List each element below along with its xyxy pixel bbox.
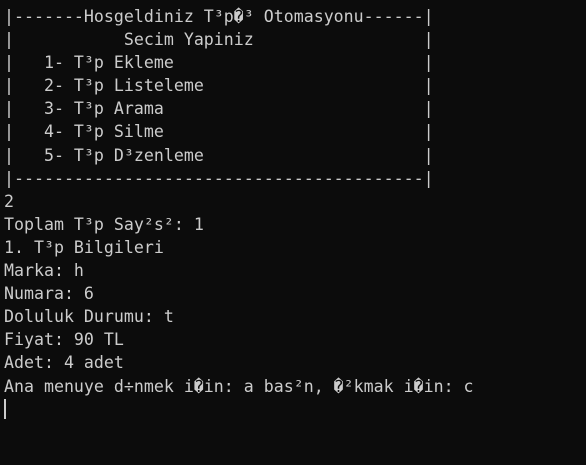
number-line: Numara: 6 <box>4 284 94 304</box>
user-choice: 2 <box>4 191 14 211</box>
input-line[interactable] <box>4 398 586 421</box>
menu-item-delete: | 4- T³p Silme | <box>4 122 434 142</box>
menu-title: | Secim Yapiniz | <box>4 30 434 50</box>
price-line: Fiyat: 90 TL <box>4 330 124 350</box>
info-header: 1. T³p Bilgileri <box>4 237 164 257</box>
menu-header: |-------Hosgeldiniz T³p�³ Otomasyonu----… <box>4 7 434 26</box>
quantity-line: Adet: 4 adet <box>4 353 124 373</box>
menu-item-edit: | 5- T³p D³zenleme | <box>4 145 434 165</box>
brand-line: Marka: h <box>4 261 84 281</box>
menu-item-add: | 1- T³p Ekleme | <box>4 53 434 73</box>
fill-status-line: Doluluk Durumu: t <box>4 307 174 327</box>
menu-footer: |---------------------------------------… <box>4 168 434 188</box>
menu-item-list: | 2- T³p Listeleme | <box>4 76 434 96</box>
text-cursor <box>4 398 6 419</box>
menu-item-search: | 3- T³p Arama | <box>4 99 434 119</box>
terminal-window[interactable]: |-------Hosgeldiniz T³p�³ Otomasyonu----… <box>0 0 586 465</box>
total-count: Toplam T³p Say²s²: 1 <box>4 214 204 234</box>
prompt-line: Ana menuye d÷nmek i�in: a bas²n, �²kmak … <box>4 376 474 396</box>
